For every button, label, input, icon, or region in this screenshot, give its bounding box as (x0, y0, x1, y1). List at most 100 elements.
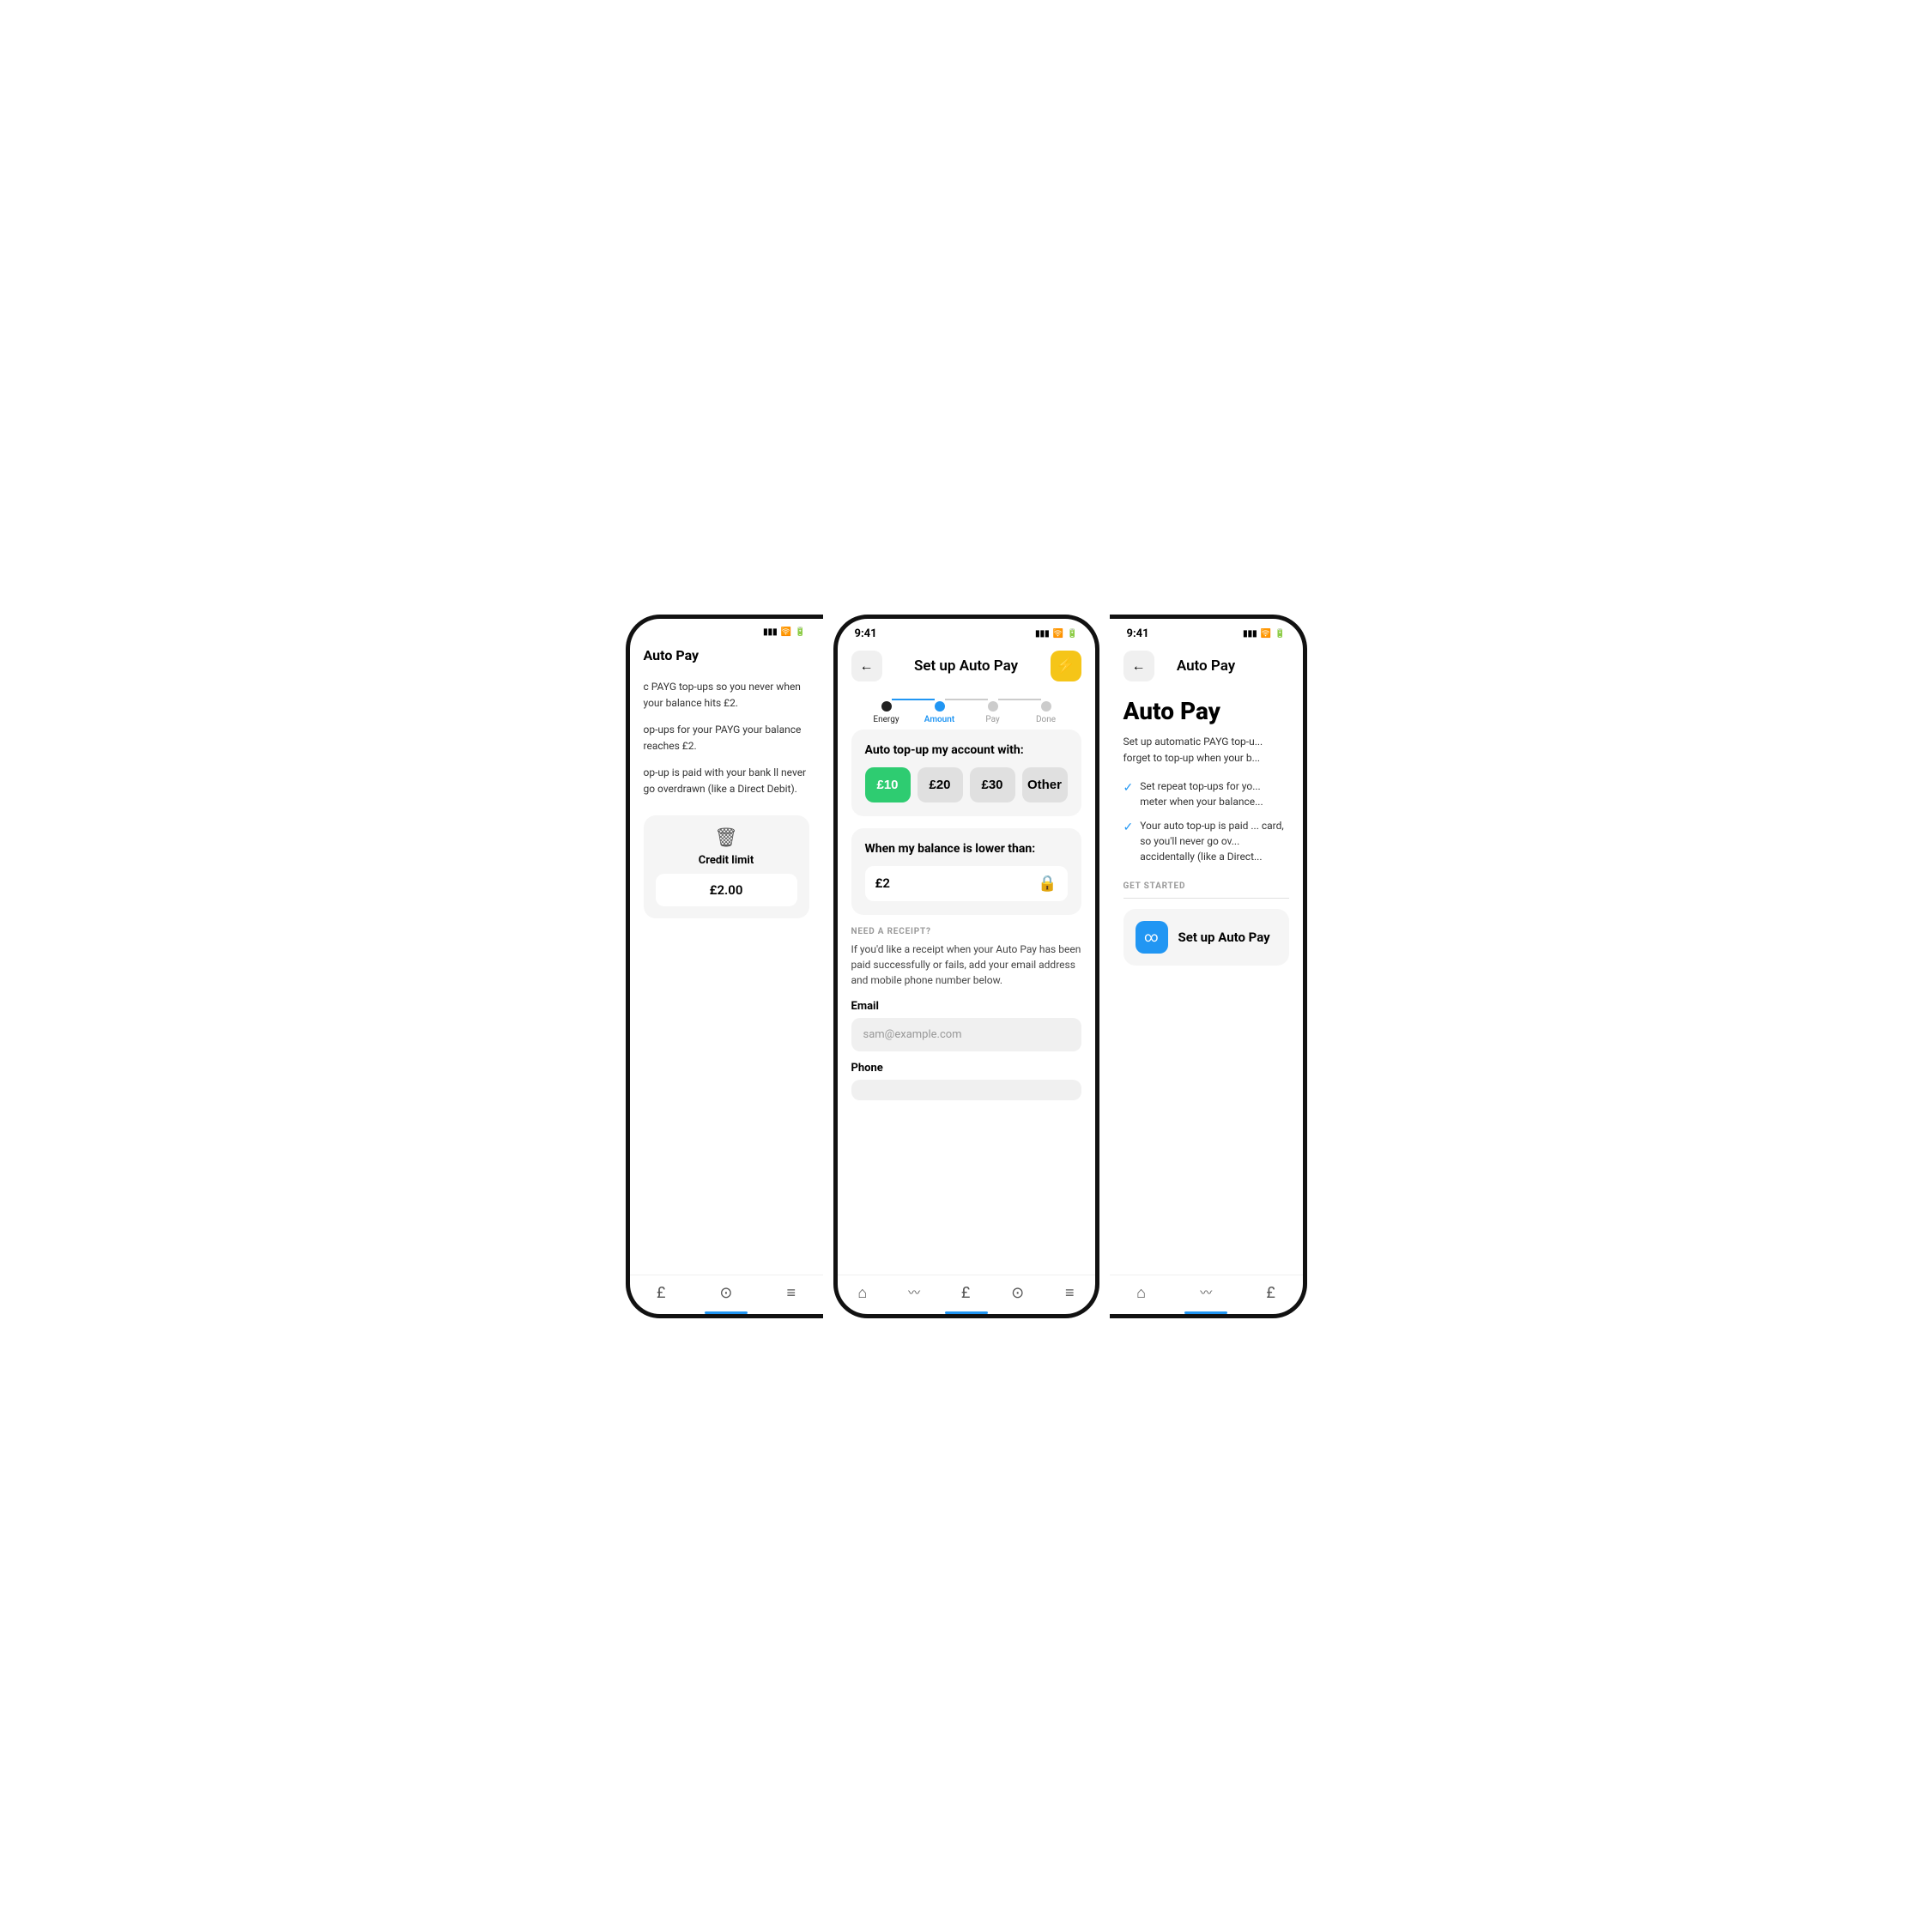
balance-card: When my balance is lower than: £2 🔒 (851, 828, 1081, 915)
right-back-arrow-icon: ← (1132, 657, 1146, 675)
divider (1123, 898, 1289, 899)
right-status-bar: 9:41 ▮▮▮ 🛜 🔋 (1110, 619, 1303, 644)
pound-icon: £ (657, 1284, 665, 1302)
right-nav-pound[interactable]: £ (1266, 1284, 1275, 1302)
progress-stepper: Energy Amount Pay Done (838, 688, 1095, 721)
right-home-icon: ⌂ (1136, 1284, 1146, 1302)
credit-value: £2.00 (656, 874, 797, 906)
receipt-section-label: NEED A RECEIPT? (851, 927, 1081, 936)
help-icon: ⊙ (719, 1284, 732, 1302)
phone-input[interactable] (851, 1080, 1081, 1100)
phone-left: ▮▮▮ 🛜 🔋 Auto Pay c PAYG top-ups so you n… (626, 615, 823, 1318)
center-back-button[interactable]: ← (851, 651, 882, 681)
left-bottom-nav: £ ⊙ ≡ (630, 1275, 823, 1314)
center-battery-icon: 🔋 (1067, 629, 1077, 639)
wifi-icon: 🛜 (781, 627, 791, 637)
right-nav-home[interactable]: ⌂ (1136, 1284, 1146, 1302)
left-status-icons: ▮▮▮ 🛜 🔋 (763, 627, 805, 637)
right-pound-icon: £ (1266, 1284, 1275, 1302)
step-label-amount: Amount (924, 715, 954, 724)
left-content: c PAYG top-ups so you never when your ba… (630, 670, 823, 1275)
amount-btn-30[interactable]: £30 (970, 767, 1015, 802)
step-line-2 (945, 699, 988, 700)
left-body3: op-up is paid with your bank ll never go… (644, 765, 809, 797)
step-line-3 (998, 699, 1041, 700)
phone-field-label: Phone (851, 1062, 1081, 1075)
step-energy: Energy (881, 701, 892, 712)
center-menu-icon: ≡ (1065, 1284, 1075, 1302)
balance-value: £2 (875, 875, 890, 891)
right-header: ← Auto Pay (1110, 644, 1303, 688)
auto-pay-desc: Set up automatic PAYG top-u... forget to… (1123, 734, 1289, 766)
right-content: Auto Pay Set up automatic PAYG top-u... … (1110, 688, 1303, 1275)
left-nav-help[interactable]: ⊙ (719, 1284, 732, 1302)
right-header-title: Auto Pay (1177, 657, 1235, 675)
receipt-section-desc: If you'd like a receipt when your Auto P… (851, 942, 1081, 988)
scene: ▮▮▮ 🛜 🔋 Auto Pay c PAYG top-ups so you n… (580, 580, 1353, 1353)
center-nav-pound[interactable]: £ (961, 1284, 970, 1302)
right-status-icons: ▮▮▮ 🛜 🔋 (1243, 629, 1285, 639)
center-status-bar: 9:41 ▮▮▮ 🛜 🔋 (838, 619, 1095, 644)
center-header: ← Set up Auto Pay ⚡ (838, 644, 1095, 688)
center-bottom-nav: ⌂ 〰 £ ⊙ ≡ (838, 1275, 1095, 1314)
right-nav-active-bar (1184, 1311, 1227, 1314)
center-lightning-button[interactable]: ⚡ (1051, 651, 1081, 681)
check-item-2: ✓ Your auto top-up is paid ... card, so … (1123, 818, 1289, 864)
right-back-button[interactable]: ← (1123, 651, 1154, 681)
check-item-1: ✓ Set repeat top-ups for yo... meter whe… (1123, 778, 1289, 809)
amount-btn-10[interactable]: £10 (865, 767, 911, 802)
step-label-done: Done (1036, 715, 1056, 724)
usage-icon: 〰 (908, 1284, 920, 1301)
left-body1: c PAYG top-ups so you never when your ba… (644, 679, 809, 712)
center-pound-icon: £ (961, 1284, 970, 1302)
trash-icon: 🗑 (656, 827, 797, 849)
center-nav-usage[interactable]: 〰 (908, 1284, 920, 1301)
battery-icon: 🔋 (795, 627, 805, 637)
left-header: Auto Pay (630, 640, 823, 670)
checklist: ✓ Set repeat top-ups for yo... meter whe… (1123, 778, 1289, 864)
check-icon-1: ✓ (1123, 779, 1134, 797)
left-title: Auto Pay (644, 647, 700, 663)
left-nav-active-bar (705, 1311, 748, 1314)
email-input[interactable]: sam@example.com (851, 1018, 1081, 1051)
balance-card-title: When my balance is lower than: (865, 842, 1068, 856)
infinity-icon: ∞ (1136, 921, 1168, 954)
topup-card: Auto top-up my account with: £10 £20 £30… (851, 730, 1081, 816)
phone-center: 9:41 ▮▮▮ 🛜 🔋 ← Set up Auto Pay ⚡ Energy (833, 615, 1099, 1318)
center-status-time: 9:41 (855, 627, 877, 640)
step-pay: Pay (988, 701, 998, 712)
center-nav-menu[interactable]: ≡ (1065, 1284, 1075, 1302)
center-signal-icon: ▮▮▮ (1035, 629, 1050, 639)
right-wifi-icon: 🛜 (1261, 629, 1271, 639)
step-dot-pay (988, 701, 998, 712)
amount-options: £10 £20 £30 Other (865, 767, 1068, 802)
menu-icon: ≡ (786, 1284, 796, 1302)
step-label-energy: Energy (873, 715, 899, 724)
topup-card-title: Auto top-up my account with: (865, 743, 1068, 757)
step-line-1 (892, 699, 935, 700)
center-wifi-icon: 🛜 (1053, 629, 1063, 639)
left-nav-pound[interactable]: £ (657, 1284, 665, 1302)
email-placeholder: sam@example.com (863, 1028, 962, 1041)
lock-icon: 🔒 (1038, 875, 1057, 893)
right-nav-usage[interactable]: 〰 (1200, 1284, 1212, 1301)
setup-auto-pay-button[interactable]: ∞ Set up Auto Pay (1123, 909, 1289, 966)
home-icon: ⌂ (857, 1284, 867, 1302)
credit-box: 🗑 Credit limit £2.00 (644, 815, 809, 918)
center-nav-active-bar (945, 1311, 988, 1314)
center-nav-home[interactable]: ⌂ (857, 1284, 867, 1302)
amount-btn-20[interactable]: £20 (918, 767, 963, 802)
amount-btn-other[interactable]: Other (1022, 767, 1068, 802)
setup-btn-text: Set up Auto Pay (1178, 930, 1270, 945)
left-nav-menu[interactable]: ≡ (786, 1284, 796, 1302)
step-dot-amount (935, 701, 945, 712)
left-body2: op-ups for your PAYG your balance reache… (644, 722, 809, 754)
center-status-icons: ▮▮▮ 🛜 🔋 (1035, 629, 1077, 639)
center-content: Auto top-up my account with: £10 £20 £30… (838, 721, 1095, 1275)
left-status-bar: ▮▮▮ 🛜 🔋 (630, 619, 823, 640)
credit-label: Credit limit (656, 854, 797, 867)
center-nav-help[interactable]: ⊙ (1011, 1284, 1024, 1302)
right-status-time: 9:41 (1127, 627, 1149, 640)
check-text-2: Your auto top-up is paid ... card, so yo… (1140, 818, 1288, 864)
signal-icon: ▮▮▮ (763, 627, 778, 637)
